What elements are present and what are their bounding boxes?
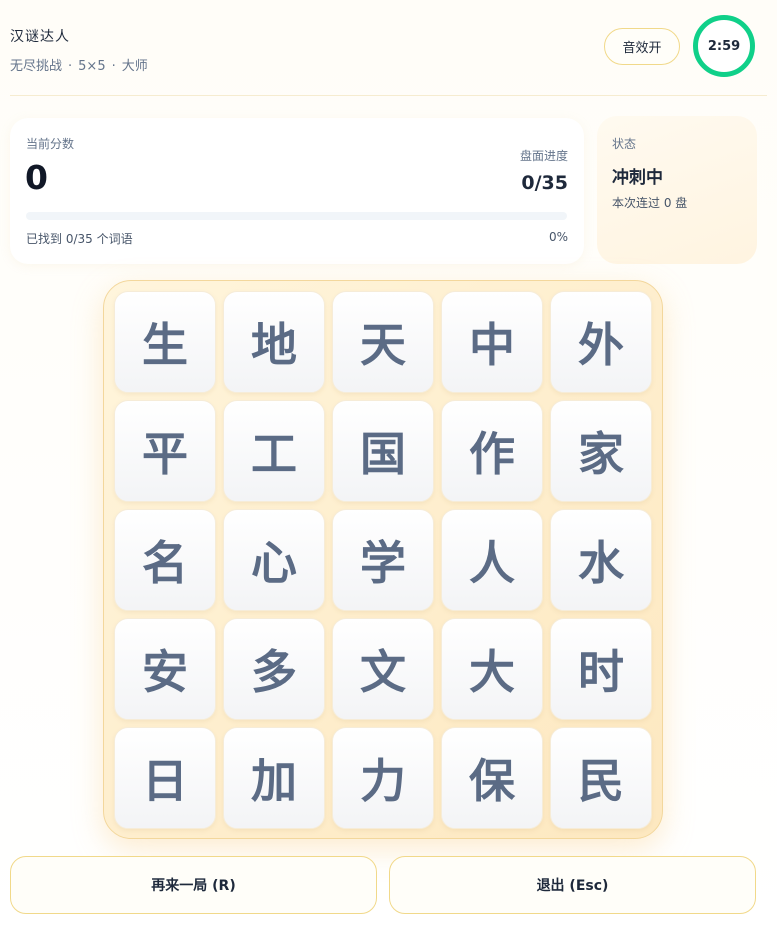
board-size-label: 5×5	[78, 59, 106, 74]
sound-toggle-button[interactable]: 音效开	[604, 28, 680, 65]
score-value: 0	[25, 158, 48, 197]
board-progress-label: 盘面进度	[519, 149, 568, 163]
mode-label: 无尽挑战	[10, 59, 63, 74]
letter-tile[interactable]: 作	[441, 400, 543, 502]
letter-tile[interactable]: 地	[223, 291, 325, 393]
letter-tile[interactable]: 工	[223, 400, 325, 502]
letter-tile[interactable]: 人	[441, 509, 543, 611]
header: 汉谜达人 无尽挑战 · 5×5 · 大师 音效开 2:59	[10, 0, 767, 96]
score-card: 当前分数 0 盘面进度 0/35 已找到 0/35 个词语 0%	[10, 118, 584, 264]
letter-tile[interactable]: 外	[550, 291, 652, 393]
separator: ·	[111, 59, 116, 74]
letter-tile[interactable]: 家	[550, 400, 652, 502]
letter-tile[interactable]: 平	[114, 400, 216, 502]
game-info: 无尽挑战 · 5×5 · 大师	[10, 55, 148, 74]
letter-tile[interactable]: 日	[114, 727, 216, 829]
separator: ·	[68, 59, 73, 74]
status-card: 状态 冲刺中 本次连过 0 盘	[597, 116, 757, 264]
status-value: 冲刺中	[612, 168, 663, 188]
letter-tile[interactable]: 国	[332, 400, 434, 502]
letter-tile[interactable]: 多	[223, 618, 325, 720]
letter-tile[interactable]: 名	[114, 509, 216, 611]
score-label: 当前分数	[26, 137, 75, 151]
letter-tile[interactable]: 水	[550, 509, 652, 611]
letter-tile[interactable]: 保	[441, 727, 543, 829]
progress-bar	[26, 212, 567, 220]
restart-button[interactable]: 再来一局 (R)	[10, 856, 377, 914]
letter-tile[interactable]: 安	[114, 618, 216, 720]
letter-tile[interactable]: 心	[223, 509, 325, 611]
letter-tile[interactable]: 力	[332, 727, 434, 829]
exit-button[interactable]: 退出 (Esc)	[389, 856, 756, 914]
app-title: 汉谜达人	[10, 29, 70, 45]
countdown-timer: 2:59	[693, 15, 755, 77]
letter-tile[interactable]: 中	[441, 291, 543, 393]
streak-text: 本次连过 0 盘	[612, 196, 688, 210]
letter-tile[interactable]: 加	[223, 727, 325, 829]
letter-tile[interactable]: 大	[441, 618, 543, 720]
letter-tile[interactable]: 文	[332, 618, 434, 720]
tile-grid: 生地天中外平工国作家名心学人水安多文大时日加力保民	[114, 291, 652, 829]
letter-tile[interactable]: 民	[550, 727, 652, 829]
board-progress-value: 0/35	[521, 172, 568, 194]
letter-tile[interactable]: 生	[114, 291, 216, 393]
status-label: 状态	[612, 137, 637, 151]
letter-tile[interactable]: 学	[332, 509, 434, 611]
letter-tile[interactable]: 时	[550, 618, 652, 720]
game-board: 生地天中外平工国作家名心学人水安多文大时日加力保民	[103, 280, 663, 839]
letter-tile[interactable]: 天	[332, 291, 434, 393]
progress-percent: 0%	[548, 230, 568, 244]
words-found-text: 已找到 0/35 个词语	[26, 232, 133, 246]
difficulty-label: 大师	[121, 59, 148, 74]
